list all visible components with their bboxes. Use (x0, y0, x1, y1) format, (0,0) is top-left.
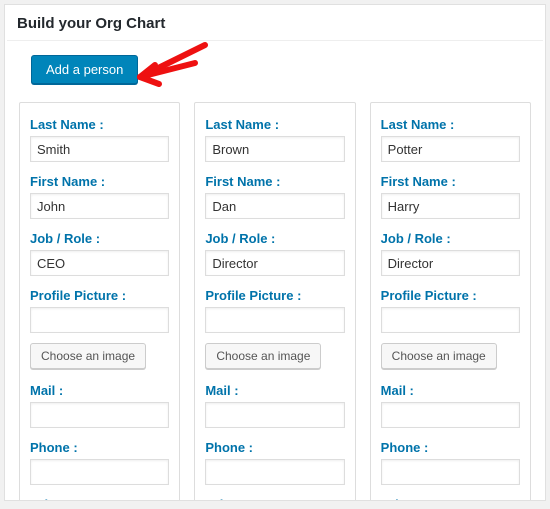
person-card: Last Name : First Name : Job / Role : Pr… (370, 102, 531, 501)
first-name-label: First Name : (30, 174, 169, 189)
job-label: Job / Role : (205, 231, 344, 246)
mail-field[interactable] (205, 402, 344, 428)
choose-image-button[interactable]: Choose an image (205, 343, 321, 369)
job-label: Job / Role : (381, 231, 520, 246)
job-field[interactable] (381, 250, 520, 276)
first-name-field[interactable] (381, 193, 520, 219)
job-field[interactable] (30, 250, 169, 276)
mail-label: Mail : (205, 383, 344, 398)
last-name-field[interactable] (205, 136, 344, 162)
phone-field[interactable] (205, 459, 344, 485)
person-cards: Last Name : First Name : Job / Role : Pr… (5, 102, 545, 501)
first-name-label: First Name : (381, 174, 520, 189)
phone-label: Phone : (205, 440, 344, 455)
mail-label: Mail : (381, 383, 520, 398)
picture-label: Profile Picture : (30, 288, 169, 303)
phone-field[interactable] (30, 459, 169, 485)
annotation-arrow-icon (125, 35, 215, 95)
picture-label: Profile Picture : (205, 288, 344, 303)
mail-field[interactable] (30, 402, 169, 428)
picture-field[interactable] (30, 307, 169, 333)
job-label: Job / Role : (30, 231, 169, 246)
other-label: Other : (205, 497, 344, 501)
page-title: Build your Org Chart (5, 5, 545, 40)
last-name-label: Last Name : (205, 117, 344, 132)
first-name-field[interactable] (30, 193, 169, 219)
add-person-button[interactable]: Add a person (31, 55, 138, 84)
phone-label: Phone : (381, 440, 520, 455)
last-name-field[interactable] (30, 136, 169, 162)
last-name-label: Last Name : (381, 117, 520, 132)
first-name-field[interactable] (205, 193, 344, 219)
mail-field[interactable] (381, 402, 520, 428)
other-label: Other : (381, 497, 520, 501)
person-card: Last Name : First Name : Job / Role : Pr… (194, 102, 355, 501)
choose-image-button[interactable]: Choose an image (30, 343, 146, 369)
picture-field[interactable] (381, 307, 520, 333)
divider (7, 40, 543, 41)
choose-image-button[interactable]: Choose an image (381, 343, 497, 369)
phone-field[interactable] (381, 459, 520, 485)
first-name-label: First Name : (205, 174, 344, 189)
toolbar: Add a person (5, 55, 545, 102)
picture-label: Profile Picture : (381, 288, 520, 303)
picture-field[interactable] (205, 307, 344, 333)
phone-label: Phone : (30, 440, 169, 455)
org-chart-panel: Build your Org Chart Add a person Last N… (4, 4, 546, 501)
last-name-label: Last Name : (30, 117, 169, 132)
mail-label: Mail : (30, 383, 169, 398)
person-card: Last Name : First Name : Job / Role : Pr… (19, 102, 180, 501)
other-label: Other : (30, 497, 169, 501)
job-field[interactable] (205, 250, 344, 276)
last-name-field[interactable] (381, 136, 520, 162)
